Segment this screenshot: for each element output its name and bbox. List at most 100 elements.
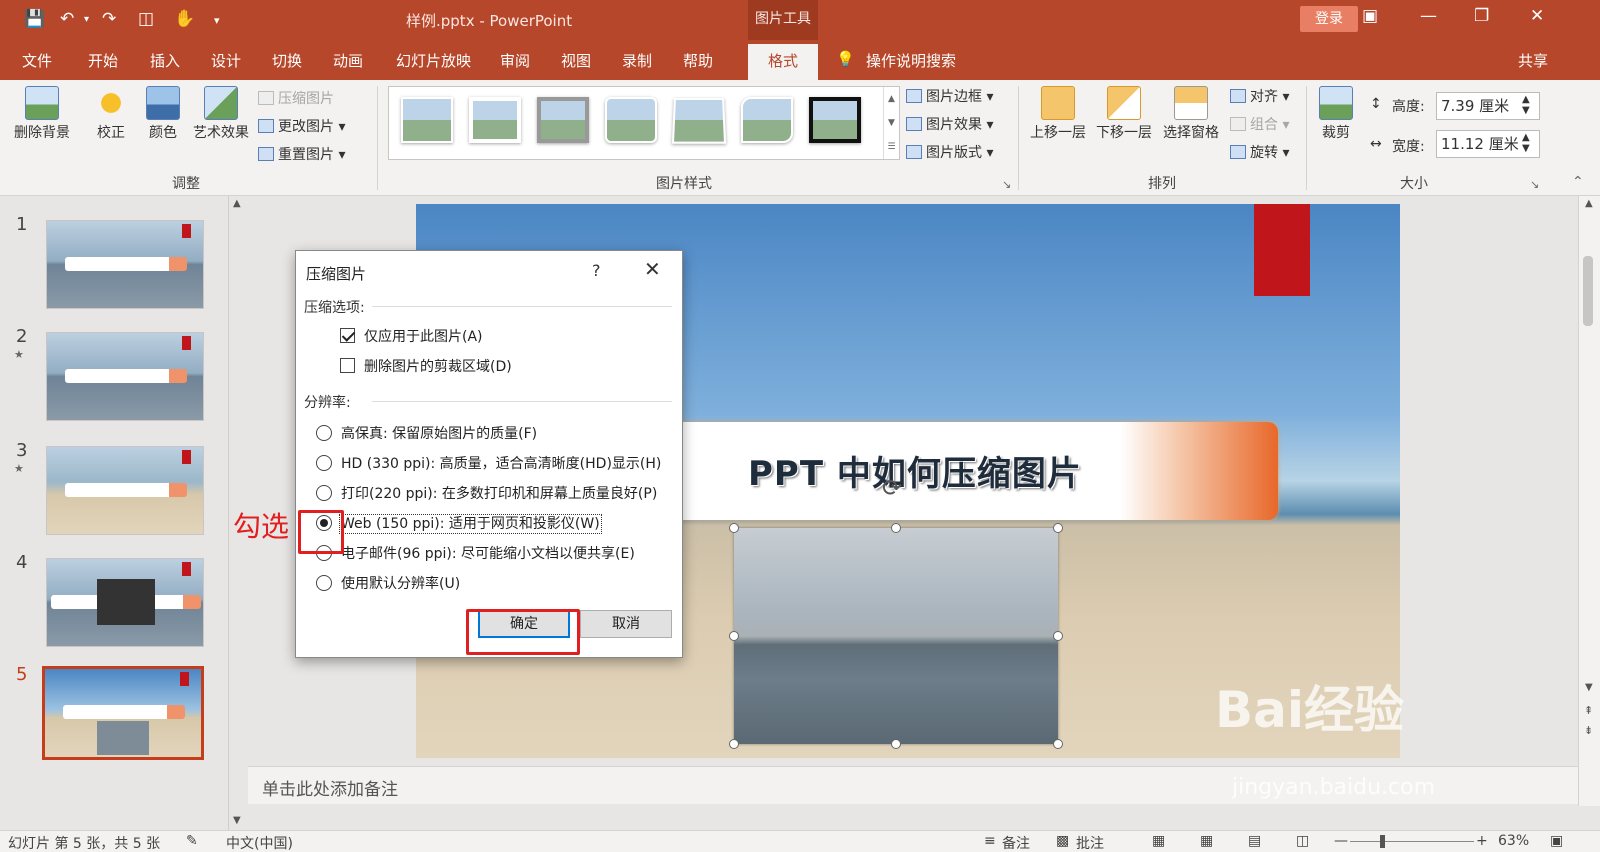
customize-toolbar-icon[interactable]: ▾ <box>214 14 220 27</box>
color-button[interactable]: 颜色 <box>142 86 184 142</box>
slide-thumbnail[interactable] <box>46 220 204 309</box>
picture-layout-button[interactable]: 图片版式 ▾ <box>906 142 993 162</box>
picture-style-option[interactable] <box>401 97 453 143</box>
artistic-effects-button[interactable]: 艺术效果 <box>190 86 252 142</box>
resolution-print-radio[interactable]: 打印(220 ppi): 在多数打印机和屏幕上质量良好(P) <box>316 483 657 503</box>
zoom-slider[interactable] <box>1350 841 1474 842</box>
compress-pictures-button[interactable]: 压缩图片 <box>258 88 334 108</box>
picture-style-option[interactable] <box>741 97 793 143</box>
resolution-email-radio[interactable]: 电子邮件(96 ppi): 尽可能缩小文档以便共享(E) <box>316 543 635 563</box>
tab-record[interactable]: 录制 <box>622 50 652 71</box>
resize-handle[interactable] <box>729 631 739 641</box>
resize-handle[interactable] <box>891 739 901 749</box>
tab-insert[interactable]: 插入 <box>150 50 180 71</box>
rotate-button[interactable]: 旋转 ▾ <box>1230 142 1289 162</box>
normal-view-icon[interactable]: ▦ <box>1152 833 1165 849</box>
tab-view[interactable]: 视图 <box>561 50 591 71</box>
reading-view-icon[interactable]: ▤ <box>1248 833 1261 849</box>
resize-handle[interactable] <box>729 739 739 749</box>
resize-handle[interactable] <box>1053 739 1063 749</box>
next-slide-icon[interactable]: ⇟ <box>1584 724 1593 737</box>
tab-transitions[interactable]: 切换 <box>272 50 302 71</box>
rotate-handle-icon[interactable]: ⟳ <box>882 474 902 502</box>
reset-picture-button[interactable]: 重置图片 ▾ <box>258 144 345 164</box>
resolution-hd-radio[interactable]: HD (330 ppi): 高质量，适合高清晰度(HD)显示(H) <box>316 453 661 473</box>
zoom-slider-thumb[interactable] <box>1380 835 1385 848</box>
collapse-ribbon-icon[interactable]: ⌃ <box>1572 174 1584 190</box>
ribbon-display-icon[interactable]: ▣ <box>1362 6 1378 26</box>
bring-forward-button[interactable]: 上移一层 <box>1028 86 1088 142</box>
fit-slide-icon[interactable]: ▣ <box>1550 833 1563 849</box>
slide-thumbnail[interactable] <box>46 332 204 421</box>
present-icon[interactable]: ◫ <box>138 9 154 29</box>
tab-animations[interactable]: 动画 <box>333 50 363 71</box>
selection-pane-button[interactable]: 选择窗格 <box>1160 86 1222 142</box>
picture-style-option[interactable] <box>537 97 589 143</box>
cancel-button[interactable]: 取消 <box>580 610 672 638</box>
tab-file[interactable]: 文件 <box>22 50 52 71</box>
apply-only-checkbox[interactable]: 仅应用于此图片(A) <box>340 326 483 346</box>
resize-handle[interactable] <box>891 523 901 533</box>
resolution-high-fidelity-radio[interactable]: 高保真: 保留原始图片的质量(F) <box>316 423 537 443</box>
language-indicator[interactable]: 中文(中国) <box>226 833 293 852</box>
scroll-thumb[interactable] <box>1583 256 1593 326</box>
notes-button[interactable]: 备注 <box>1002 833 1030 852</box>
tab-design[interactable]: 设计 <box>211 50 241 71</box>
resize-handle[interactable] <box>729 523 739 533</box>
crop-button[interactable]: 裁剪 <box>1314 86 1358 142</box>
spelling-icon[interactable]: ✎ <box>186 833 198 849</box>
tab-slideshow[interactable]: 幻灯片放映 <box>396 50 471 71</box>
slide-thumbnail[interactable] <box>46 558 204 647</box>
size-dialog-launcher-icon[interactable]: ↘ <box>1530 178 1539 191</box>
zoom-in-icon[interactable]: + <box>1476 833 1488 849</box>
save-icon[interactable]: 💾 <box>24 9 45 29</box>
resize-handle[interactable] <box>1053 631 1063 641</box>
remove-background-button[interactable]: 删除背景 <box>10 86 74 142</box>
dialog-launcher-icon[interactable]: ↘ <box>1002 178 1011 191</box>
resolution-default-radio[interactable]: 使用默认分辨率(U) <box>316 573 460 593</box>
slide-sorter-icon[interactable]: ▦ <box>1200 833 1213 849</box>
tab-format[interactable]: 格式 <box>748 44 818 80</box>
slideshow-view-icon[interactable]: ◫ <box>1296 833 1309 849</box>
width-spinner[interactable]: ▲ ▼ <box>1522 132 1530 154</box>
title-banner[interactable]: PPT 中如何压缩图片 ⟳ <box>672 422 1278 520</box>
share-button[interactable]: 共享 <box>1518 50 1548 71</box>
tab-help[interactable]: 帮助 <box>683 50 713 71</box>
change-picture-button[interactable]: 更改图片 ▾ <box>258 116 345 136</box>
delete-cropped-checkbox[interactable]: 删除图片的剪裁区域(D) <box>340 356 512 376</box>
send-backward-button[interactable]: 下移一层 <box>1094 86 1154 142</box>
login-button[interactable]: 登录 <box>1300 6 1358 32</box>
redo-icon[interactable]: ↷ <box>102 9 116 29</box>
slide-scrollbar[interactable]: ▲ ▼ ⇞ ⇟ <box>1578 196 1600 806</box>
slide-title[interactable]: PPT 中如何压缩图片 <box>748 446 1082 495</box>
height-spinner[interactable]: ▲ ▼ <box>1522 94 1530 116</box>
tab-home[interactable]: 开始 <box>88 50 118 71</box>
slide-thumbnail[interactable] <box>46 446 204 535</box>
previous-slide-icon[interactable]: ⇞ <box>1584 704 1593 717</box>
notes-icon[interactable]: ≡ <box>984 833 996 849</box>
picture-style-option[interactable] <box>809 97 861 143</box>
resolution-web-radio[interactable]: Web (150 ppi): 适用于网页和投影仪(W) <box>316 513 602 534</box>
comments-icon[interactable]: ▩ <box>1056 833 1069 849</box>
picture-border-button[interactable]: 图片边框 ▾ <box>906 86 993 106</box>
tell-me-search[interactable]: 操作说明搜索 <box>866 50 956 71</box>
zoom-out-icon[interactable]: — <box>1334 833 1348 849</box>
corrections-button[interactable]: 校正 <box>90 86 132 142</box>
align-button[interactable]: 对齐 ▾ <box>1230 86 1289 106</box>
help-button[interactable]: ? <box>592 261 601 280</box>
touch-mode-icon[interactable]: ✋ <box>174 9 195 29</box>
restore-icon[interactable]: ❐ <box>1474 6 1489 26</box>
undo-dropdown-icon[interactable]: ▾ <box>84 14 89 25</box>
group-button[interactable]: 组合 ▾ <box>1230 114 1289 134</box>
picture-styles-gallery[interactable]: ▲ ▼ ☰ <box>388 86 900 160</box>
zoom-level[interactable]: 63% <box>1498 833 1529 849</box>
gallery-scroll[interactable]: ▲ ▼ ☰ <box>883 87 899 159</box>
slide-thumbnail-active[interactable] <box>42 666 204 760</box>
selected-picture[interactable] <box>729 523 1063 749</box>
notes-placeholder[interactable]: 单击此处添加备注 <box>262 775 398 800</box>
picture-style-option[interactable] <box>605 97 657 143</box>
resize-handle[interactable] <box>1053 523 1063 533</box>
picture-style-option[interactable] <box>469 97 521 143</box>
close-window-icon[interactable]: ✕ <box>1530 6 1544 26</box>
picture-effects-button[interactable]: 图片效果 ▾ <box>906 114 993 134</box>
